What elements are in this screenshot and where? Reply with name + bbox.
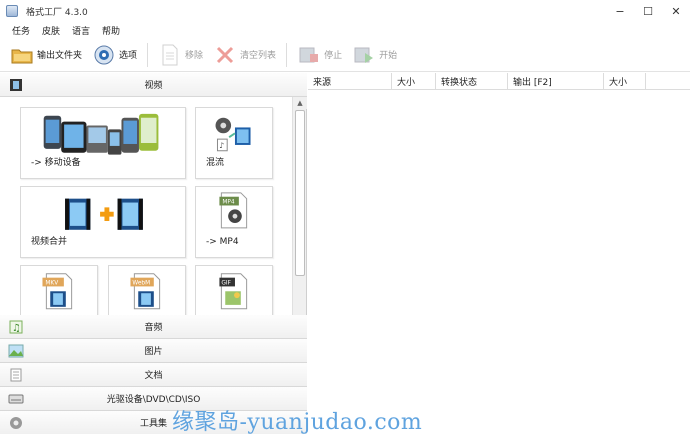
menu-bar: 任务 皮肤 语言 帮助 <box>0 22 690 38</box>
start-icon <box>352 43 376 67</box>
disc-drive-icon <box>8 391 24 407</box>
scroll-thumb[interactable] <box>295 110 305 276</box>
tile-mix[interactable]: ♪ 混流 <box>195 107 273 179</box>
picture-icon <box>8 343 24 359</box>
category-picture[interactable]: 图片 <box>0 339 307 363</box>
column-status[interactable]: 转换状态 <box>436 73 508 90</box>
toolbar-separator <box>286 42 288 67</box>
scroll-up-arrow-icon[interactable]: ▲ <box>293 97 307 109</box>
window-controls: − ☐ ✕ <box>606 0 690 22</box>
close-button[interactable]: ✕ <box>662 0 690 22</box>
document-remove-icon <box>158 43 182 67</box>
title-bar: 格式工厂 4.3.0 − ☐ ✕ <box>0 0 690 22</box>
clear-x-icon <box>213 43 237 67</box>
menu-help[interactable]: 帮助 <box>102 24 120 37</box>
column-source[interactable]: 来源 <box>308 73 392 90</box>
film-icon <box>8 77 24 93</box>
music-note-icon: ♫ <box>8 319 24 335</box>
start-button[interactable]: 开始 <box>352 41 397 69</box>
options-button[interactable]: 选项 <box>92 41 137 69</box>
category-audio[interactable]: ♫ 音频 <box>0 315 307 339</box>
tile-mp4[interactable]: MP4 -> MP4 <box>195 186 273 258</box>
watermark: 缘聚岛-yuanjudao.com <box>172 410 423 434</box>
mp4-tag: MP4 <box>222 200 235 206</box>
category-video[interactable]: 视频 <box>0 73 307 97</box>
mkv-tag: MKV <box>45 280 58 286</box>
column-output-size[interactable]: 大小 <box>604 73 646 90</box>
toolbar-separator <box>147 42 149 67</box>
category-document[interactable]: 文档 <box>0 363 307 387</box>
tile-mobile-device[interactable]: -> 移动设备 <box>20 107 186 179</box>
gif-tag: GIF <box>221 280 231 286</box>
document-icon <box>8 367 24 383</box>
folder-icon <box>10 43 34 67</box>
menu-skin[interactable]: 皮肤 <box>42 24 60 37</box>
menu-language[interactable]: 语言 <box>72 24 90 37</box>
menu-task[interactable]: 任务 <box>12 24 30 37</box>
category-pane: 视频 -> 移动设备 ♪ 混流 视频合并 MP4 -> MP4 MKV WebM… <box>0 73 307 434</box>
output-folder-button[interactable]: 输出文件夹 <box>10 41 82 69</box>
task-list-header: 来源 大小 转换状态 输出 [F2] 大小 <box>308 73 690 90</box>
options-gear-icon <box>92 43 116 67</box>
svg-text:♫: ♫ <box>12 323 21 334</box>
maximize-button[interactable]: ☐ <box>634 0 662 22</box>
webm-tag: WebM <box>132 280 150 286</box>
clear-list-button[interactable]: 清空列表 <box>213 41 276 69</box>
app-icon <box>6 5 18 17</box>
svg-text:♪: ♪ <box>219 141 224 150</box>
remove-button[interactable]: 移除 <box>158 41 203 69</box>
minimize-button[interactable]: − <box>606 0 634 22</box>
stop-button[interactable]: 停止 <box>297 41 342 69</box>
toolbar: 输出文件夹 选项 移除 清空列表 停止 开始 <box>0 38 690 72</box>
column-output[interactable]: 输出 [F2] <box>508 73 604 90</box>
column-size[interactable]: 大小 <box>392 73 436 90</box>
tools-gear-icon <box>8 415 24 431</box>
task-list: 来源 大小 转换状态 输出 [F2] 大小 <box>308 73 690 434</box>
tile-video-join[interactable]: 视频合并 <box>20 186 186 258</box>
window-title: 格式工厂 4.3.0 <box>26 7 88 18</box>
stop-icon <box>297 43 321 67</box>
